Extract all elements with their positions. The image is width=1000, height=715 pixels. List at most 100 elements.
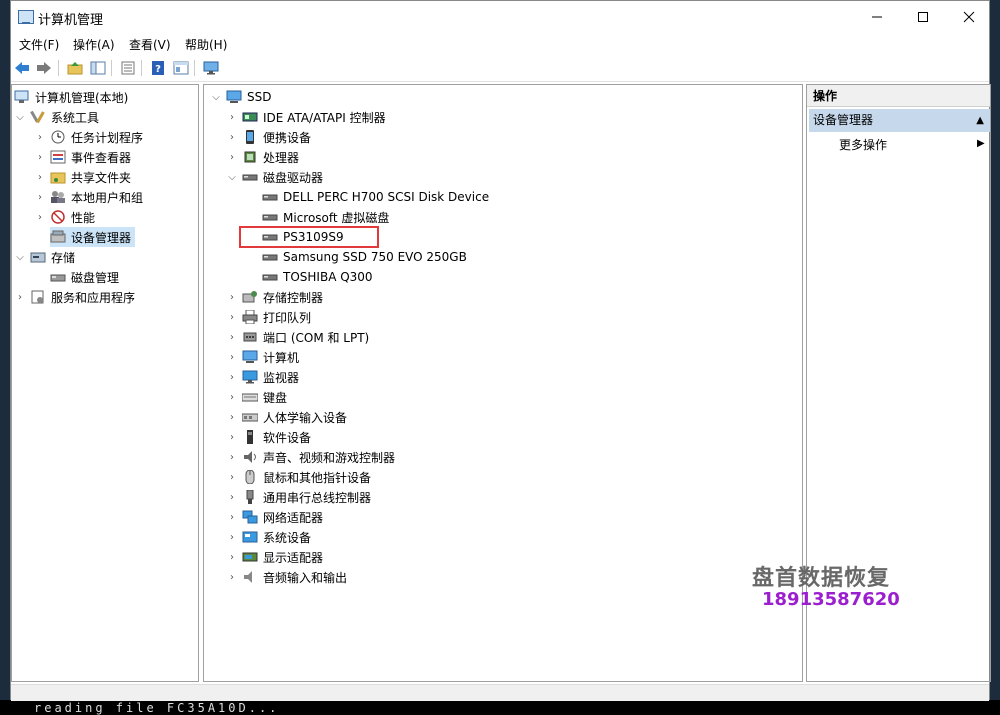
chevron-right-icon[interactable]: › [34, 132, 46, 143]
actions-header: 操作 [807, 85, 990, 107]
tree-item-disk-management[interactable]: 磁盘管理 [50, 267, 119, 287]
tree-item-label: 系统工具 [51, 110, 100, 125]
chevron-right-icon[interactable]: › [226, 372, 238, 383]
tree-item-label: 本地用户和组 [71, 190, 144, 205]
device-category[interactable]: › 显示适配器 [226, 547, 323, 567]
category-label: 鼠标和其他指针设备 [263, 470, 372, 485]
menu-help[interactable]: 帮助(H) [185, 36, 227, 53]
chevron-right-icon[interactable]: › [226, 492, 238, 503]
disk-item[interactable]: DELL PERC H700 SCSI Disk Device [262, 187, 489, 207]
chevron-right-icon[interactable]: › [226, 472, 238, 483]
device-category[interactable]: › 音频输入和输出 [226, 567, 347, 587]
chevron-right-icon[interactable]: › [226, 332, 238, 343]
chevron-right-icon[interactable]: › [14, 292, 26, 303]
menu-view[interactable]: 查看(V) [129, 36, 171, 53]
chevron-right-icon[interactable]: › [226, 152, 238, 163]
device-category[interactable]: › 监视器 [226, 367, 299, 387]
chevron-right-icon[interactable]: › [34, 152, 46, 163]
chevron-right-icon[interactable]: › [226, 412, 238, 423]
chevron-right-icon[interactable]: › [226, 512, 238, 523]
device-category[interactable]: › 键盘 [226, 387, 287, 407]
close-button[interactable] [946, 1, 992, 32]
tree-item-label: 任务计划程序 [71, 130, 144, 145]
chevron-right-icon[interactable]: › [226, 112, 238, 123]
device-category[interactable]: › 系统设备 [226, 527, 311, 547]
disk-drive-icon [262, 250, 278, 264]
chevron-right-icon[interactable]: › [226, 532, 238, 543]
export-list-button[interactable] [118, 58, 138, 78]
minimize-button[interactable] [854, 1, 900, 32]
chevron-down-icon[interactable]: ⌵ [14, 252, 26, 263]
disk-label: TOSHIBA Q300 [283, 270, 373, 284]
device-category[interactable]: › 软件设备 [226, 427, 311, 447]
scan-hardware-button[interactable] [201, 58, 221, 78]
chevron-right-icon[interactable]: › [34, 172, 46, 183]
category-disk-drives[interactable]: ⌵ 磁盘驱动器 [226, 167, 323, 187]
category-label: 打印队列 [263, 310, 312, 325]
chevron-right-icon[interactable]: › [226, 572, 238, 583]
chevron-down-icon[interactable]: ⌵ [210, 92, 222, 103]
tree-item-shared-folders[interactable]: › 共享文件夹 [34, 167, 131, 187]
more-actions-item[interactable]: 更多操作 [839, 137, 887, 153]
disk-item[interactable]: TOSHIBA Q300 [262, 267, 373, 287]
chevron-right-icon[interactable]: › [226, 452, 238, 463]
device-category[interactable]: › 处理器 [226, 147, 299, 167]
chevron-down-icon[interactable]: ⌵ [14, 112, 26, 123]
tree-item-label: 共享文件夹 [71, 170, 132, 185]
tree-item-device-manager[interactable]: 设备管理器 [50, 227, 136, 247]
tree-item-storage[interactable]: ⌵ 存储 [14, 247, 75, 267]
chevron-down-icon[interactable]: ⌵ [226, 172, 238, 183]
menu-file[interactable]: 文件(F) [19, 36, 59, 53]
chevron-right-icon[interactable]: › [226, 392, 238, 403]
device-tree-root[interactable]: ⌵ SSD [210, 87, 271, 107]
device-category[interactable]: › 网络适配器 [226, 507, 323, 527]
chevron-right-icon[interactable]: › [226, 352, 238, 363]
show-tree-icon [90, 61, 106, 75]
up-level-button[interactable] [65, 58, 85, 78]
device-category[interactable]: › 存储控制器 [226, 287, 323, 307]
device-category[interactable]: › 声音、视频和游戏控制器 [226, 447, 395, 467]
category-label: 显示适配器 [263, 550, 324, 565]
chevron-right-icon[interactable]: › [226, 552, 238, 563]
tree-item-event-viewer[interactable]: › 事件查看器 [34, 147, 131, 167]
forward-button[interactable] [34, 58, 54, 78]
device-category[interactable]: › IDE ATA/ATAPI 控制器 [226, 107, 386, 127]
chevron-right-icon[interactable]: › [226, 312, 238, 323]
device-category[interactable]: › 打印队列 [226, 307, 311, 327]
maximize-button[interactable] [900, 1, 946, 32]
desktop-background-left [0, 0, 10, 715]
storage-icon [30, 250, 46, 264]
category-label: 便携设备 [263, 130, 312, 145]
network-icon [242, 510, 258, 524]
device-category[interactable]: › 计算机 [226, 347, 299, 367]
tree-item-performance[interactable]: › 性能 [34, 207, 95, 227]
sound-icon [242, 450, 258, 464]
back-button[interactable] [12, 58, 32, 78]
disk-item[interactable]: Microsoft 虚拟磁盘 [262, 207, 389, 227]
device-category[interactable]: › 人体学输入设备 [226, 407, 347, 427]
tree-item-root[interactable]: 计算机管理(本地) [14, 87, 128, 107]
chevron-right-icon[interactable]: › [226, 132, 238, 143]
tree-item-system-tools[interactable]: ⌵ 系统工具 [14, 107, 99, 127]
disk-item[interactable]: Samsung SSD 750 EVO 250GB [262, 247, 467, 267]
tree-item-local-users[interactable]: › 本地用户和组 [34, 187, 143, 207]
show-tree-button[interactable] [88, 58, 108, 78]
menu-action[interactable]: 操作(A) [73, 36, 115, 53]
help-button[interactable]: ? [148, 58, 168, 78]
device-category[interactable]: › 鼠标和其他指针设备 [226, 467, 371, 487]
device-category[interactable]: › 通用串行总线控制器 [226, 487, 371, 507]
device-category[interactable]: › 端口 (COM 和 LPT) [226, 327, 369, 347]
chevron-right-icon[interactable]: › [226, 292, 238, 303]
title-bar[interactable]: 计算机管理 [11, 1, 989, 32]
tree-item-task-scheduler[interactable]: › 任务计划程序 [34, 127, 143, 147]
tree-item-services-apps[interactable]: › 服务和应用程序 [14, 287, 135, 307]
chevron-right-icon[interactable]: › [226, 432, 238, 443]
category-label: 软件设备 [263, 430, 312, 445]
chevron-right-icon[interactable]: › [34, 212, 46, 223]
more-actions-label: 更多操作 [839, 138, 888, 152]
view-button[interactable] [171, 58, 191, 78]
clock-icon [50, 130, 66, 144]
chevron-right-icon[interactable]: › [34, 192, 46, 203]
device-category[interactable]: › 便携设备 [226, 127, 311, 147]
actions-group-device-manager[interactable]: 设备管理器 ▲ [809, 109, 990, 132]
